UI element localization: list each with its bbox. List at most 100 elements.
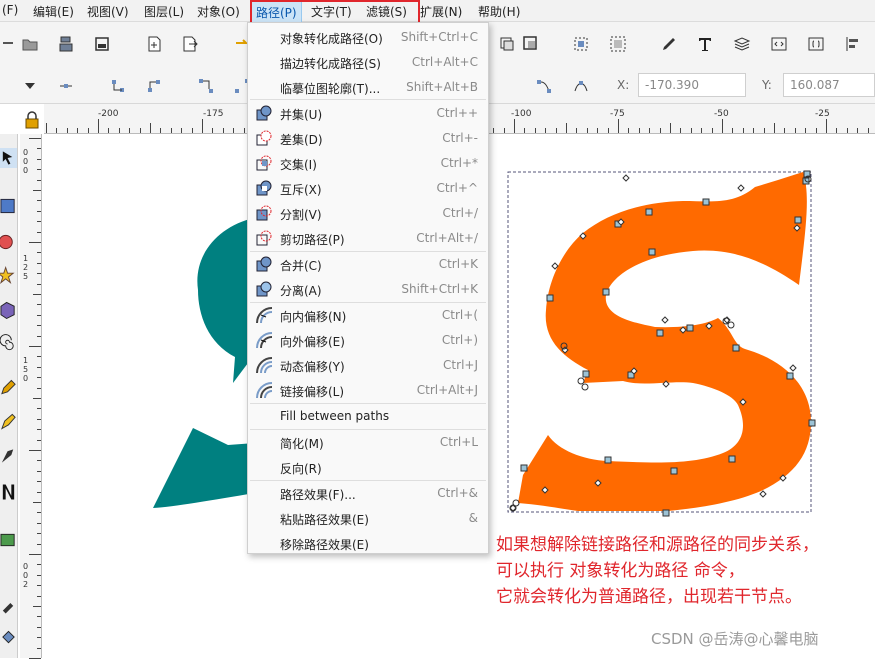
open-folder-icon[interactable] [20, 34, 40, 54]
menu-extensions[interactable]: 扩展(N) [420, 3, 462, 20]
path-menu-item[interactable]: 移除路径效果(E) [248, 531, 488, 556]
ruler-tick [774, 123, 775, 133]
path-menu-item[interactable]: 合并(C) Ctrl+K [248, 252, 488, 277]
ruler-tick [29, 554, 41, 555]
ruler-tick [160, 128, 161, 133]
menu-file[interactable]: (F) [2, 3, 18, 17]
paint-bucket-tool-icon[interactable] [0, 628, 17, 648]
ruler-label: -200 [98, 109, 119, 119]
menu-layer[interactable]: 图层(L) [144, 3, 184, 20]
path-menu-item[interactable]: 并集(U) Ctrl++ [248, 101, 488, 126]
rectangle-tool-icon[interactable] [0, 196, 17, 216]
path-menu-item[interactable]: 向内偏移(N) Ctrl+( [248, 303, 488, 328]
ungroup-icon[interactable] [608, 34, 628, 54]
path-menu-item[interactable]: 对象转化成路径(O) Shift+Ctrl+C [248, 25, 488, 50]
ruler-tick [29, 450, 41, 451]
path-menu-item[interactable]: 简化(M) Ctrl+L [248, 430, 488, 455]
spiral-tool-icon[interactable] [0, 334, 17, 354]
menu-item-shortcut: Ctrl+K [438, 257, 478, 271]
menu-item-shortcut: Shift+Ctrl+K [401, 282, 478, 296]
menu-item-shortcut: Ctrl+L [439, 435, 478, 449]
menu-item-label: Fill between paths [280, 409, 390, 423]
ruler-tick [587, 128, 588, 133]
ruler-tick [37, 408, 41, 409]
fill-stroke-icon[interactable] [659, 34, 679, 54]
ruler-tick [566, 123, 567, 133]
ruler-tick [37, 232, 41, 233]
layers-icon[interactable] [732, 34, 752, 54]
pen-tool-icon[interactable] [0, 412, 17, 432]
path-menu-item[interactable]: 交集(I) Ctrl+* [248, 151, 488, 176]
calligraphy-tool-icon[interactable] [0, 446, 17, 466]
xml-editor-icon[interactable] [769, 34, 789, 54]
path-menu-item[interactable]: 路径效果(F)... Ctrl+& [248, 481, 488, 506]
vruler-label: 150 [23, 356, 29, 383]
path-menu-item[interactable]: 剪切路径(P) Ctrl+Alt+/ [248, 226, 488, 251]
group-icon[interactable] [571, 34, 591, 54]
node-auto-smooth-icon[interactable] [571, 76, 591, 96]
menu-item-label: 向外偏移(E) [280, 335, 345, 349]
dropper-tool-icon[interactable] [0, 594, 17, 614]
node-join-icon[interactable] [108, 76, 128, 96]
gradient-tool-icon[interactable] [0, 530, 17, 550]
text-tool-icon[interactable] [0, 480, 17, 504]
path-menu-item[interactable]: 差集(D) Ctrl+- [248, 126, 488, 151]
y-coordinate-input[interactable]: 160.087 [783, 73, 875, 97]
save-icon[interactable] [56, 34, 76, 54]
align-distribute-icon[interactable] [843, 34, 863, 54]
path-menu-item[interactable]: 链接偏移(L) Ctrl+Alt+J [248, 378, 488, 403]
pencil-tool-icon[interactable] [0, 378, 17, 398]
path-menu-dropdown: 对象转化成路径(O) Shift+Ctrl+C 描边转化成路径(S) Ctrl+Alt… [247, 22, 489, 554]
division-icon [256, 205, 273, 222]
ruler-tick [37, 596, 41, 597]
path-menu-item[interactable]: 反向(R) [248, 455, 488, 480]
menu-view[interactable]: 视图(V) [87, 3, 129, 20]
star-tool-icon[interactable] [0, 266, 17, 286]
ruler-tick [33, 606, 41, 607]
segment-join-icon[interactable] [196, 76, 216, 96]
ruler-tick [493, 128, 494, 133]
chevron-down-icon[interactable] [20, 76, 40, 96]
menu-item-label: 简化(M) [280, 437, 324, 451]
ruler-tick [202, 119, 203, 133]
ruler-tick [37, 356, 41, 357]
objects-panel-icon[interactable] [806, 34, 826, 54]
path-menu-item[interactable]: 分割(V) Ctrl+/ [248, 201, 488, 226]
path-menu-item[interactable]: Fill between paths [248, 404, 488, 429]
ruler-tick [212, 128, 213, 133]
path-menu-item[interactable]: 向外偏移(E) Ctrl+) [248, 328, 488, 353]
menu-edit[interactable]: 编辑(E) [33, 3, 74, 20]
duplicate-icon[interactable] [497, 34, 517, 54]
node-symmetric-icon[interactable] [534, 76, 554, 96]
ellipse-tool-icon[interactable] [0, 232, 17, 252]
path-menu-item[interactable]: 动态偏移(Y) Ctrl+J [248, 353, 488, 378]
x-coordinate-input[interactable]: -170.390 [638, 73, 746, 97]
menu-item-label: 剪切路径(P) [280, 233, 345, 247]
import-icon[interactable] [144, 34, 164, 54]
node-delete-icon[interactable] [56, 76, 76, 96]
path-menu-item[interactable]: 互斥(X) Ctrl+^ [248, 176, 488, 201]
menu-item-shortcut: Ctrl+Alt+C [411, 55, 478, 69]
new-document-icon[interactable] [0, 34, 20, 54]
lock-guides-icon[interactable] [22, 110, 42, 130]
clone-icon[interactable] [521, 34, 541, 54]
menu-item-label: 移除路径效果(E) [280, 538, 369, 552]
3d-box-tool-icon[interactable] [0, 300, 17, 320]
vertical-ruler[interactable]: 000 125 150 002 [20, 134, 42, 659]
path-menu-item[interactable]: 临摹位图轮廓(T)... Shift+Alt+B [248, 75, 488, 100]
ruler-tick [37, 211, 41, 212]
text-font-icon[interactable] [695, 34, 715, 54]
ruler-tick [836, 128, 837, 133]
print-icon[interactable] [92, 34, 112, 54]
path-menu-item[interactable]: 描边转化成路径(S) Ctrl+Alt+C [248, 50, 488, 75]
menu-object[interactable]: 对象(O) [197, 3, 240, 20]
path-menu-item[interactable]: 粘贴路径效果(E) & [248, 506, 488, 531]
ruler-tick [29, 242, 41, 243]
teal-speech-bubble-lower [153, 428, 255, 508]
node-break-icon[interactable] [144, 76, 164, 96]
path-menu-item[interactable]: 分离(A) Shift+Ctrl+K [248, 277, 488, 302]
menu-help[interactable]: 帮助(H) [478, 3, 520, 20]
selector-tool-icon[interactable] [0, 148, 17, 168]
menu-item-shortcut: Ctrl+& [437, 486, 478, 500]
export-icon[interactable] [180, 34, 200, 54]
